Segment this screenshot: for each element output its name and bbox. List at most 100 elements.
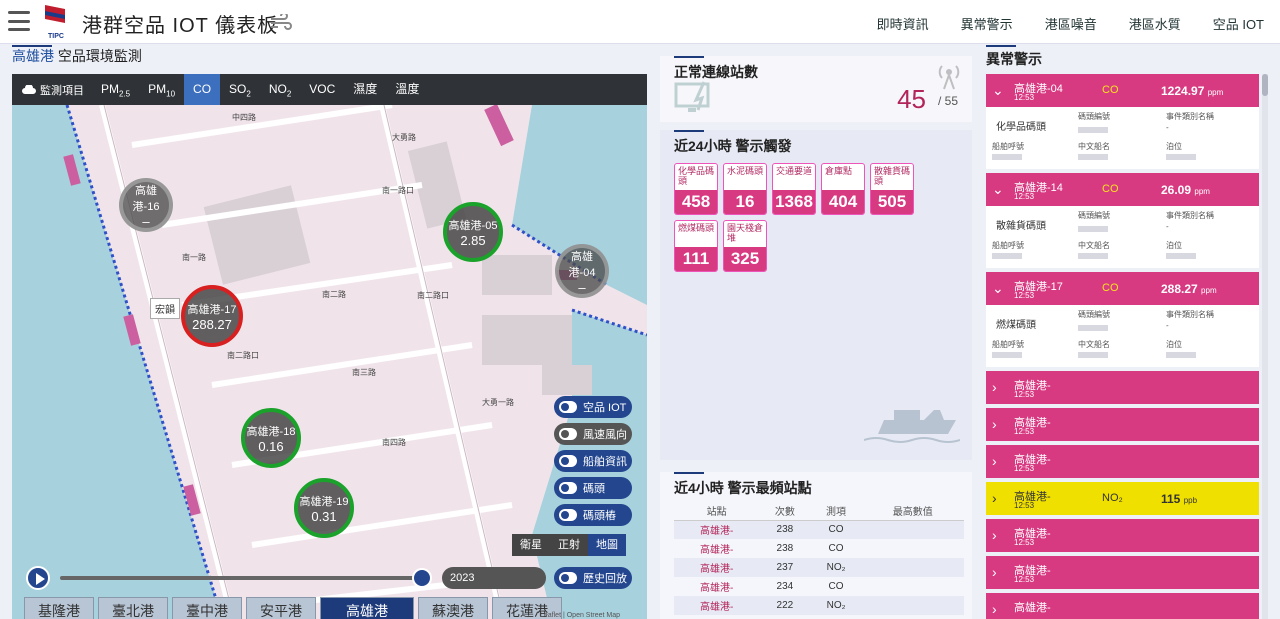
port-tab[interactable]: 臺北港 — [98, 597, 168, 619]
chevron-right-icon[interactable]: › — [992, 453, 997, 469]
pollutant-toolbar: 監測項目 PM2.5 PM10 CO SO2 NO2 VOC 濕度 溫度 — [12, 74, 647, 105]
tab-co[interactable]: CO — [184, 74, 221, 105]
toggle-wharf[interactable]: 碼頭 — [554, 477, 632, 499]
port-tab[interactable]: 蘇澳港 — [418, 597, 488, 619]
tab-no2[interactable]: NO2 — [260, 74, 300, 105]
chevron-right-icon[interactable]: › — [992, 527, 997, 543]
toggle-history[interactable]: 歷史回放 — [554, 567, 632, 589]
chevron-down-icon[interactable]: ⌄ — [992, 82, 1004, 99]
monitor-icon — [674, 81, 710, 112]
nav-realtime[interactable]: 即時資訊 — [877, 14, 929, 33]
alert-item: ⌄ 高雄港-14 12:53 CO 26.09 ppm 散雜貨碼頭 碼頭編號 事件類別名稱 - 船… — [986, 173, 1259, 268]
wind-icon — [271, 14, 292, 30]
table-row[interactable]: 高雄港- 238 CO — [674, 520, 964, 539]
chevron-right-icon[interactable]: › — [992, 564, 997, 580]
online-stations-card: 正常連線站數 45 / 55 — [660, 56, 972, 122]
map-label-dayong: 大勇路 — [392, 132, 416, 142]
freq-title: 近4小時 警示最頻站點 — [674, 480, 812, 496]
chevron-right-icon[interactable]: › — [992, 416, 997, 432]
toggle-wharf-pile[interactable]: 碼頭樁 — [554, 504, 632, 526]
alert-tile[interactable]: 倉庫點 404 — [821, 163, 865, 215]
tab-so2[interactable]: SO2 — [220, 74, 260, 105]
detail-label: 碼頭編號 — [1078, 310, 1110, 319]
chevron-down-icon[interactable]: ⌄ — [992, 280, 1004, 297]
alert-tile[interactable]: 交通要道 1368 — [772, 163, 816, 215]
alert-item: › 高雄港- 12:53 — [986, 556, 1259, 589]
alert-header[interactable]: › 高雄港- 12:53 — [986, 445, 1259, 478]
play-icon[interactable] — [26, 566, 50, 590]
detail-label: 碼頭編號 — [1078, 211, 1110, 220]
toggle-air-iot[interactable]: 空品 IOT — [554, 396, 632, 418]
alert-value: 1224.97 ppm — [1161, 84, 1224, 98]
menu-icon[interactable] — [8, 11, 30, 31]
alerts-24h-title: 近24小時 警示觸發 — [674, 138, 792, 154]
alert-list[interactable]: ⌄ 高雄港-04 12:53 CO 1224.97 ppm 化學品碼頭 碼頭編號 事件類別名稱… — [986, 74, 1259, 619]
station-marker[interactable]: 高雄港-19 0.31 — [294, 478, 354, 538]
alert-tile[interactable]: 園天棧倉堆 325 — [723, 220, 767, 272]
alert-station: 高雄港- — [1014, 602, 1051, 614]
online-title: 正常連線站數 — [674, 64, 758, 80]
tab-temperature[interactable]: 溫度 — [386, 74, 428, 105]
timeline-track[interactable] — [60, 576, 430, 580]
station-marker[interactable]: 高雄港-17 288.27 — [181, 285, 243, 347]
port-tab[interactable]: 基隆港 — [24, 597, 94, 619]
alert-item: › 高雄港- — [986, 593, 1259, 619]
table-row[interactable]: 高雄港- 238 CO — [674, 539, 964, 558]
alert-time: 12:53 — [1014, 192, 1035, 201]
map-attribution[interactable]: Leaflet | Open Street Map — [540, 612, 620, 619]
port-tab[interactable]: 臺中港 — [172, 597, 242, 619]
alert-time: 12:53 — [1014, 575, 1035, 584]
alert-header[interactable]: › 高雄港- 12:53 — [986, 556, 1259, 589]
alert-header[interactable]: ⌄ 高雄港-04 12:53 CO 1224.97 ppm — [986, 74, 1259, 107]
nav-water[interactable]: 港區水質 — [1129, 14, 1181, 33]
basemap-map[interactable]: 地圖 — [588, 534, 626, 556]
alert-header[interactable]: › 高雄港- — [986, 593, 1259, 619]
table-row[interactable]: 高雄港- 234 CO — [674, 577, 964, 596]
toggle-ships[interactable]: 船舶資訊 — [554, 450, 632, 472]
timeline-time: 2023 — [442, 567, 546, 589]
tab-humidity[interactable]: 濕度 — [344, 74, 386, 105]
station-marker[interactable]: 高雄港-16– — [119, 178, 173, 232]
alert-location: 燃煤碼頭 — [996, 320, 1036, 331]
detail-label: 碼頭編號 — [1078, 112, 1110, 121]
tab-pm10[interactable]: PM10 — [139, 74, 184, 105]
table-row[interactable]: 高雄港- 222 NO₂ — [674, 596, 964, 615]
alert-detail: 散雜貨碼頭 碼頭編號 事件類別名稱 - 船舶呼號 中文船名 泊位 — [986, 206, 1259, 268]
station-marker[interactable]: 高雄港-05 2.85 — [443, 202, 503, 262]
chevron-right-icon[interactable]: › — [992, 490, 997, 506]
nav-noise[interactable]: 港區噪音 — [1045, 14, 1097, 33]
alert-tile[interactable]: 散雜貨碼頭 505 — [870, 163, 914, 215]
timeline-handle[interactable] — [412, 568, 432, 588]
alert-tile[interactable]: 燃煤碼頭 111 — [674, 220, 718, 272]
alert-tile[interactable]: 化學品碼頭 458 — [674, 163, 718, 215]
alert-list-scrollbar[interactable] — [1262, 74, 1268, 619]
alert-header[interactable]: ⌄ 高雄港-14 12:53 CO 26.09 ppm — [986, 173, 1259, 206]
alert-header[interactable]: › 高雄港- 12:53 — [986, 408, 1259, 441]
toggle-wind[interactable]: 風速風向 — [554, 423, 632, 445]
port-tab[interactable]: 安平港 — [246, 597, 316, 619]
chevron-right-icon[interactable]: › — [992, 379, 997, 395]
station-marker[interactable]: 高雄港-04– — [555, 244, 609, 298]
chevron-down-icon[interactable]: ⌄ — [992, 181, 1004, 198]
tab-voc[interactable]: VOC — [300, 74, 344, 105]
signal-icon — [938, 65, 960, 90]
alert-item: › 高雄港- 12:53 — [986, 408, 1259, 441]
station-marker[interactable]: 高雄港-18 0.16 — [241, 408, 301, 468]
alert-header[interactable]: › 高雄港- 12:53 — [986, 519, 1259, 552]
detail-label: 事件類別名稱 — [1166, 310, 1214, 319]
freq-table: 站點 次數 測項 最高數值 高雄港- 238 CO 高雄港- 238 CO 高雄港- 23… — [674, 502, 964, 615]
port-tab[interactable]: 高雄港 — [320, 597, 414, 619]
alert-time: 12:53 — [1014, 501, 1035, 510]
alert-tile[interactable]: 水泥碼頭 16 — [723, 163, 767, 215]
alert-header[interactable]: › 高雄港- 12:53 NO₂ 115 ppb — [986, 482, 1259, 515]
basemap-ortho[interactable]: 正射 — [550, 534, 588, 556]
alert-header[interactable]: ⌄ 高雄港-17 12:53 CO 288.27 ppm — [986, 272, 1259, 305]
alert-header[interactable]: › 高雄港- 12:53 — [986, 371, 1259, 404]
tab-pm25[interactable]: PM2.5 — [92, 74, 139, 105]
nav-air-iot[interactable]: 空品 IOT — [1213, 14, 1264, 33]
alert-detail: 燃煤碼頭 碼頭編號 事件類別名稱 - 船舶呼號 中文船名 泊位 — [986, 305, 1259, 367]
nav-alerts[interactable]: 異常警示 — [961, 14, 1013, 33]
basemap-satellite[interactable]: 衛星 — [512, 534, 550, 556]
table-row[interactable]: 高雄港- 237 NO₂ — [674, 558, 964, 577]
chevron-right-icon[interactable]: › — [992, 601, 997, 617]
